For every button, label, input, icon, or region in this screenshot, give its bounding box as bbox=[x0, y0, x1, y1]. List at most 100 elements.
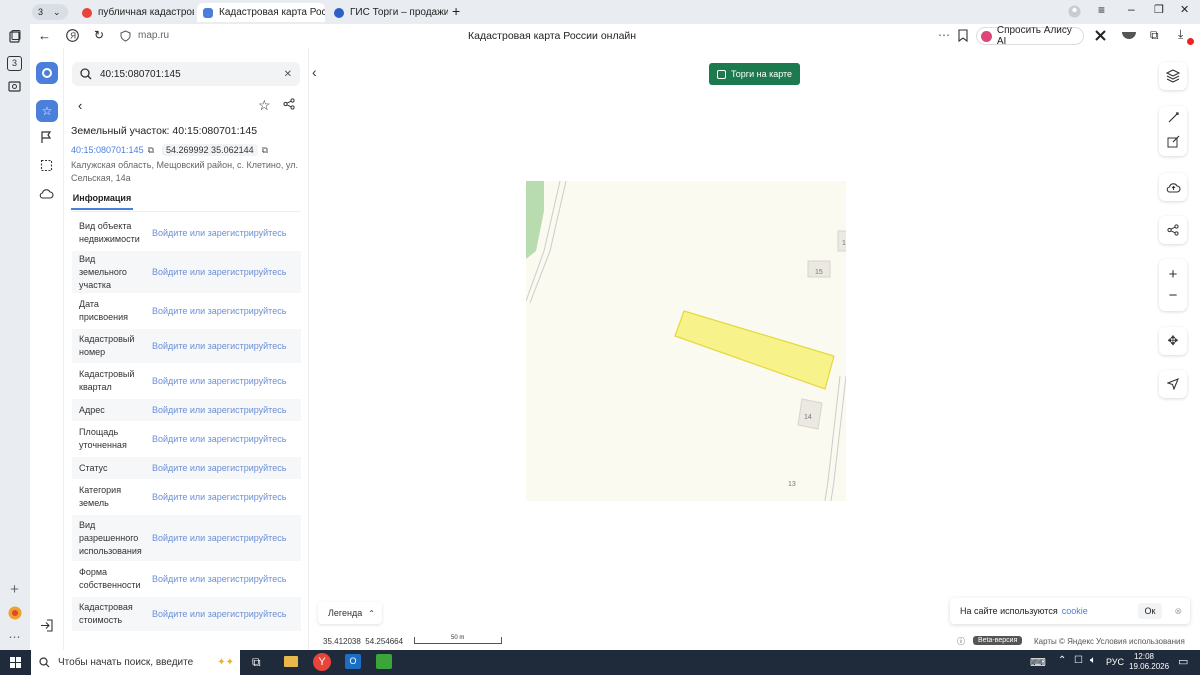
upload-button[interactable] bbox=[1159, 173, 1187, 201]
ruler-icon[interactable] bbox=[1167, 111, 1180, 127]
tab-title: Кадастровая карта Рос bbox=[219, 7, 325, 18]
login-register-link[interactable]: Войдите или зарегистрируйтесь bbox=[152, 267, 286, 277]
collections-icon[interactable] bbox=[7, 30, 22, 45]
language-indicator[interactable]: РУС bbox=[1106, 657, 1124, 667]
house-number: 1 bbox=[842, 240, 846, 247]
cookie-link[interactable]: cookie bbox=[1062, 606, 1088, 616]
account-icon[interactable] bbox=[1068, 5, 1081, 21]
extensions-puzzle-icon[interactable]: ⧉ bbox=[1150, 28, 1159, 43]
extension-x-icon[interactable] bbox=[1094, 29, 1107, 45]
move-button[interactable]: ✥ bbox=[1159, 327, 1187, 355]
legend-button[interactable]: Легенда ⌃ bbox=[318, 602, 382, 624]
my-location-button[interactable] bbox=[1159, 370, 1187, 398]
legend-label: Легенда bbox=[328, 608, 363, 618]
back-icon[interactable]: ← bbox=[38, 28, 51, 43]
login-register-link[interactable]: Войдите или зарегистрируйтесь bbox=[152, 574, 286, 584]
app-house-icon[interactable] bbox=[376, 654, 392, 669]
cadnum-link[interactable]: 40:15:080701:145 bbox=[71, 145, 144, 155]
info-row-label: Кадастровая стоимость bbox=[79, 602, 133, 625]
ask-alice-button[interactable]: Спросить Алису AI bbox=[976, 25, 1084, 47]
scale-label: 50 m bbox=[451, 635, 465, 641]
cloud-icon[interactable] bbox=[39, 188, 54, 202]
layers-button[interactable] bbox=[1159, 62, 1187, 90]
info-row-label: Форма собственности bbox=[79, 567, 141, 590]
login-register-link[interactable]: Войдите или зарегистрируйтесь bbox=[152, 434, 286, 444]
tab-counter-icon[interactable]: 3 bbox=[7, 56, 22, 71]
favorites-star-icon[interactable]: ☆ bbox=[36, 100, 58, 122]
share-map-button[interactable] bbox=[1159, 216, 1187, 244]
reload-icon[interactable]: ↻ bbox=[94, 28, 104, 42]
login-register-link[interactable]: Войдите или зарегистрируйтесь bbox=[152, 492, 286, 502]
logout-icon[interactable] bbox=[40, 619, 53, 635]
copy-cadnum-icon[interactable]: ⧉ bbox=[148, 145, 154, 156]
info-row: Категория земель Войдите или зарегистриру… bbox=[72, 480, 301, 514]
clear-search-icon[interactable]: ✕ bbox=[284, 69, 292, 80]
login-register-link[interactable]: Войдите или зарегистрируйтесь bbox=[152, 405, 286, 415]
task-view-icon[interactable]: ⧉ bbox=[252, 655, 261, 670]
login-register-link[interactable]: Войдите или зарегистрируйтесь bbox=[152, 533, 286, 543]
search-input[interactable] bbox=[100, 68, 284, 80]
add-icon[interactable]: + bbox=[7, 582, 22, 597]
yandex-logo-icon[interactable]: Я bbox=[66, 29, 79, 45]
clock[interactable]: 12:08 19.06.2026 bbox=[1129, 652, 1169, 672]
info-row-label: Дата присвоения bbox=[79, 299, 128, 322]
login-register-link[interactable]: Войдите или зарегистрируйтесь bbox=[152, 341, 286, 351]
volume-icon[interactable]: 🔈︎ bbox=[1090, 655, 1096, 666]
notifications-icon[interactable]: ▭ bbox=[1178, 655, 1188, 668]
keyboard-icon[interactable]: ⌨ bbox=[1030, 656, 1046, 669]
info-row-label: Вид земельного участка bbox=[79, 253, 127, 290]
app-logo-icon[interactable] bbox=[36, 62, 58, 84]
screenshot-icon[interactable] bbox=[7, 81, 22, 96]
outlook-icon[interactable]: O bbox=[345, 654, 361, 669]
tab-group-counter[interactable]: 3 ⌄ bbox=[32, 4, 68, 20]
collapse-sidebar-icon[interactable]: ‹ bbox=[312, 64, 317, 80]
flag-icon[interactable] bbox=[40, 131, 53, 147]
profile-avatar-icon[interactable] bbox=[7, 606, 22, 621]
tab-cadastral-map[interactable]: Кадастровая карта Рос ✕ bbox=[197, 3, 325, 22]
close-window-icon[interactable]: ✕ bbox=[1180, 3, 1189, 16]
tray-chevron-icon[interactable]: ⌃ bbox=[1058, 655, 1066, 666]
more-options-icon[interactable]: ⋯ bbox=[938, 28, 950, 42]
zoom-in-icon[interactable]: + bbox=[1169, 266, 1178, 283]
extension-icon[interactable] bbox=[1122, 32, 1136, 39]
downloads-icon[interactable]: ⤓ bbox=[1178, 27, 1183, 42]
yandex-browser-icon[interactable]: Y bbox=[313, 653, 331, 671]
terms-link[interactable]: Условия использования bbox=[1096, 637, 1185, 646]
tab-information[interactable]: Информация bbox=[71, 192, 133, 210]
login-register-link[interactable]: Войдите или зарегистрируйтесь bbox=[152, 376, 286, 386]
torgi-toggle-button[interactable]: Торги на карте bbox=[709, 63, 800, 85]
tab-gis-torgi[interactable]: ГИС Торги – продажи гос bbox=[328, 3, 448, 22]
close-banner-icon[interactable]: ⊗ bbox=[1174, 606, 1182, 617]
info-row-label: Адрес bbox=[79, 404, 105, 415]
share-icon[interactable] bbox=[283, 98, 295, 113]
torgi-checkbox[interactable] bbox=[717, 69, 726, 79]
edit-icon[interactable] bbox=[1167, 135, 1180, 151]
more-icon[interactable]: ⋯ bbox=[7, 630, 22, 645]
login-register-link[interactable]: Войдите или зарегистрируйтесь bbox=[152, 228, 286, 238]
back-arrow-icon[interactable]: ‹ bbox=[78, 98, 82, 113]
info-circle-icon[interactable]: ⓘ bbox=[957, 636, 965, 647]
zoom-out-icon[interactable]: − bbox=[1169, 287, 1178, 304]
select-area-icon[interactable] bbox=[40, 159, 53, 175]
search-box[interactable]: ✕ bbox=[72, 62, 300, 86]
copy-coords-icon[interactable]: ⧉ bbox=[262, 145, 268, 156]
tab-cadastral-search[interactable]: публичная кадастровая к bbox=[76, 3, 194, 22]
map-area[interactable]: ‹ Торги на карте 15 14 13 1 + − ✥ Легенд… bbox=[309, 48, 1200, 650]
file-explorer-icon[interactable] bbox=[284, 656, 298, 667]
url-text[interactable]: map.ru bbox=[138, 30, 169, 41]
cookie-ok-button[interactable]: Ок bbox=[1137, 603, 1163, 619]
site-info-icon[interactable] bbox=[120, 30, 131, 45]
menu-icon[interactable]: ≡ bbox=[1098, 3, 1105, 17]
new-tab-icon[interactable]: + bbox=[452, 3, 460, 19]
maximize-icon[interactable]: ❐ bbox=[1154, 3, 1164, 16]
network-icon[interactable]: ☐ bbox=[1074, 655, 1083, 666]
login-register-link[interactable]: Войдите или зарегистрируйтесь bbox=[152, 609, 286, 619]
bookmark-icon[interactable] bbox=[958, 29, 968, 45]
login-register-link[interactable]: Войдите или зарегистрируйтесь bbox=[152, 306, 286, 316]
minimize-icon[interactable]: – bbox=[1128, 2, 1135, 16]
favorite-star-icon[interactable]: ☆ bbox=[258, 97, 271, 114]
windows-start-icon[interactable] bbox=[10, 657, 21, 671]
login-register-link[interactable]: Войдите или зарегистрируйтесь bbox=[152, 463, 286, 473]
selected-parcel[interactable] bbox=[674, 310, 835, 390]
taskbar-search[interactable]: Чтобы начать поиск, введите ✦✦ bbox=[31, 650, 240, 675]
